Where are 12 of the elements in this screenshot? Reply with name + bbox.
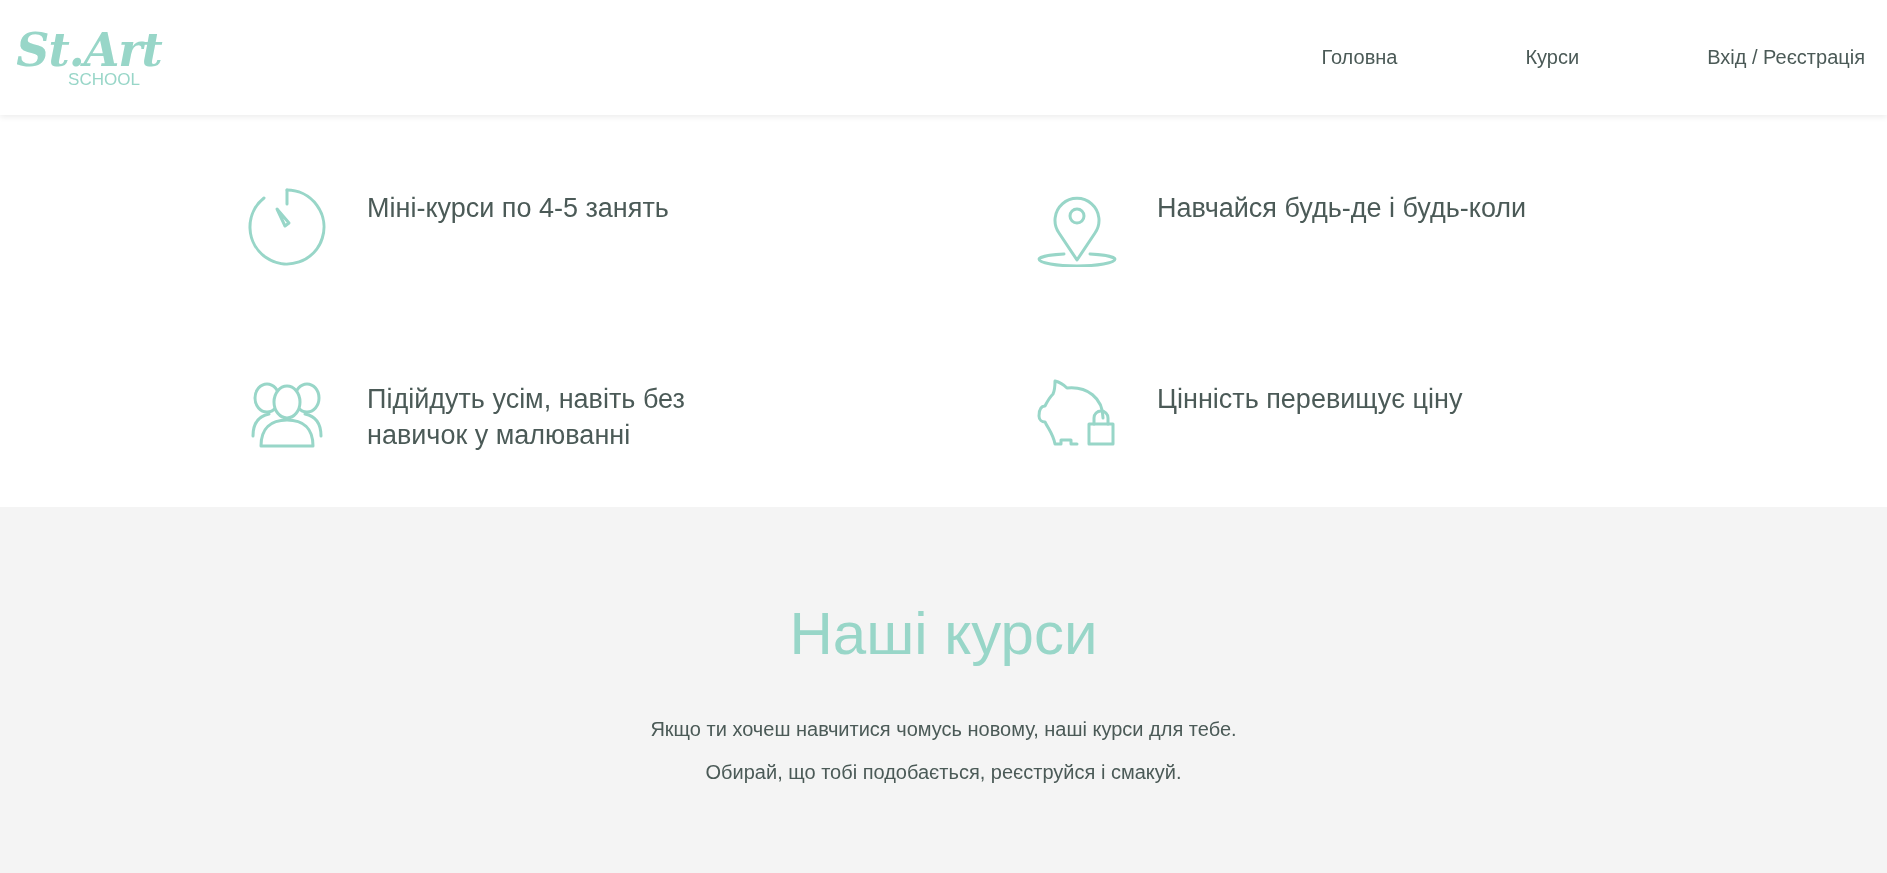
piggy-bank-lock-icon [1037,378,1117,449]
section-description: Якщо ти хочеш навчитися чомусь новому, наші курси для тебе. [650,718,1237,741]
section-description: Обирай, що тобі подобається, реєструйся і смакуй. [705,761,1182,784]
feature-text: Підійдуть усім, навіть без навичок у малюванні [367,383,686,452]
timer-icon [247,187,327,267]
feature-text: Навчайся будь-де і будь-коли [1157,192,1527,225]
feature-text: Міні-курси по 4-5 занять [367,192,669,225]
nav-link[interactable]: Курси [1525,46,1580,69]
nav-link[interactable]: Головна [1321,46,1398,69]
feature-text: Цінність перевищує ціну [1157,383,1463,417]
nav-link[interactable]: Вхід / Реєстрація [1707,46,1865,69]
section-title: Наші курси [789,599,1098,668]
